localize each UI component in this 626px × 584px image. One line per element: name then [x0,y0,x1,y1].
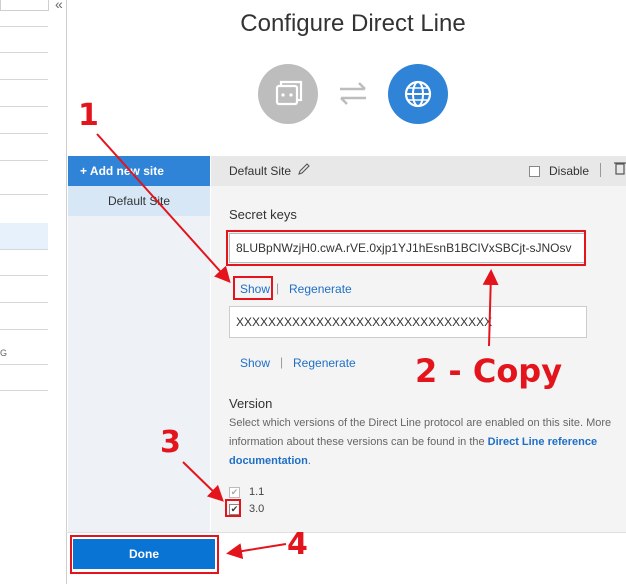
annotation-arrows [96,133,499,559]
annotation-label-2: 2 - Copy [415,352,563,390]
annotation-label-1: 1 [78,98,99,133]
annotation-label-3: 3 [160,425,181,460]
annotation-label-4: 4 [287,527,308,562]
